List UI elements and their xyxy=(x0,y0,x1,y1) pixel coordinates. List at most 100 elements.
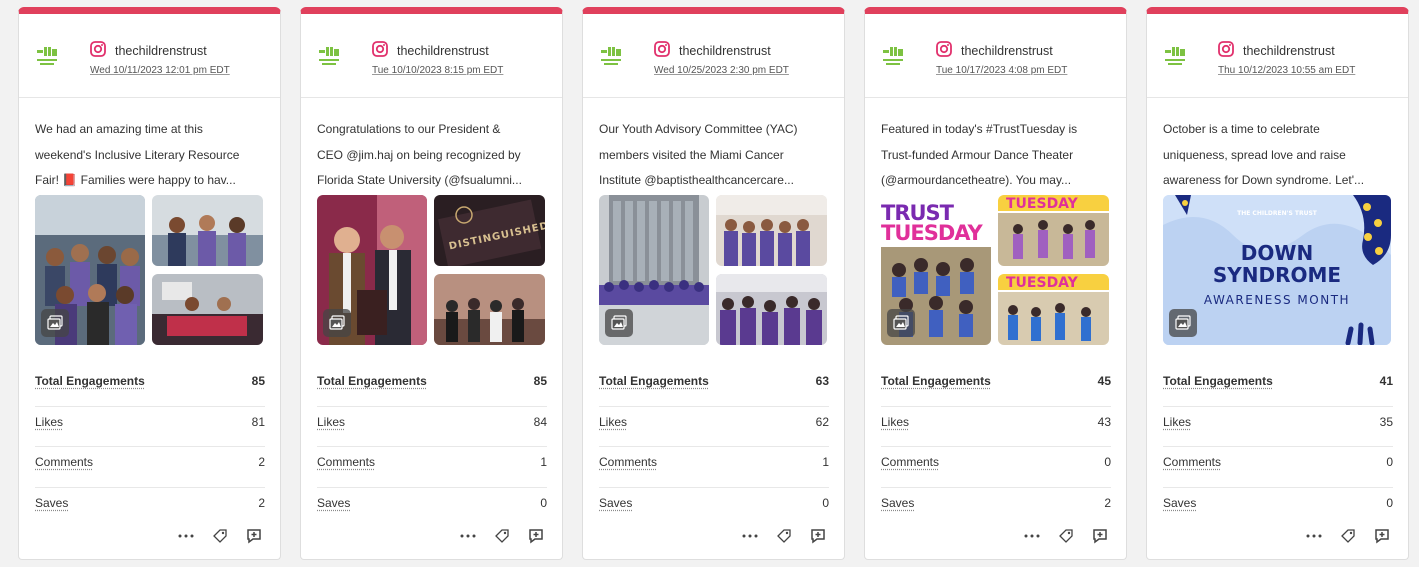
post-caption: We had an amazing time at this weekend's… xyxy=(35,117,267,194)
gallery-icon[interactable] xyxy=(323,309,351,337)
metric-value: 1 xyxy=(822,455,829,469)
post-photo[interactable] xyxy=(434,274,545,345)
tag-icon[interactable] xyxy=(1056,526,1076,546)
comment-icon[interactable] xyxy=(1090,526,1110,546)
metric-label[interactable]: Comments xyxy=(317,455,375,469)
tag-icon[interactable] xyxy=(1338,526,1358,546)
post-photo[interactable] xyxy=(317,195,427,345)
post-photo[interactable]: TUESDAY xyxy=(998,274,1109,345)
post-cards-row: thechildrenstrust Wed 10/11/2023 12:01 p… xyxy=(18,7,1409,560)
comment-icon[interactable] xyxy=(808,526,828,546)
metric-value: 85 xyxy=(533,374,547,388)
post-card[interactable]: thechildrenstrust Wed 10/25/2023 2:30 pm… xyxy=(582,7,845,560)
metric-label[interactable]: Likes xyxy=(35,415,63,429)
metric-label[interactable]: Likes xyxy=(317,415,345,429)
card-header: thechildrenstrust Tue 10/10/2023 8:15 pm… xyxy=(301,14,562,98)
post-card[interactable]: thechildrenstrust Tue 10/10/2023 8:15 pm… xyxy=(300,7,563,560)
metric-label[interactable]: Saves xyxy=(35,496,68,510)
tag-icon[interactable] xyxy=(492,526,512,546)
metric-label[interactable]: Total Engagements xyxy=(35,374,145,388)
metric-label[interactable]: Total Engagements xyxy=(1163,374,1273,388)
gallery-icon[interactable] xyxy=(1169,309,1197,337)
metric-label[interactable]: Saves xyxy=(317,496,350,510)
metric-value: 1 xyxy=(540,455,547,469)
post-photo[interactable]: TUESDAY xyxy=(998,195,1109,266)
metric-total-engagements: Total Engagements 45 xyxy=(881,366,1111,407)
comment-icon[interactable] xyxy=(244,526,264,546)
metric-saves: Saves 2 xyxy=(881,488,1111,529)
metric-label[interactable]: Saves xyxy=(599,496,632,510)
gallery-icon[interactable] xyxy=(605,309,633,337)
post-photo[interactable]: DISTINGUISHED xyxy=(434,195,545,266)
comment-icon[interactable] xyxy=(1372,526,1392,546)
post-date-link[interactable]: Wed 10/25/2023 2:30 pm EDT xyxy=(654,65,789,76)
caption-line: Institute @baptisthealthcancercare... xyxy=(599,173,794,187)
metric-likes: Likes 35 xyxy=(1163,407,1393,447)
post-media[interactable]: THE CHILDREN'S TRUST DOWN SYNDROME AWARE… xyxy=(1163,195,1391,345)
post-photo[interactable] xyxy=(716,195,827,266)
more-icon[interactable] xyxy=(1022,526,1042,546)
gallery-icon[interactable] xyxy=(887,309,915,337)
more-icon[interactable] xyxy=(458,526,478,546)
metric-value: 43 xyxy=(1097,414,1111,429)
more-icon[interactable] xyxy=(1304,526,1324,546)
post-media[interactable]: TRUST TUESDAY TUESDAY TUESDAY xyxy=(881,195,1109,345)
post-photo[interactable]: TRUST TUESDAY xyxy=(881,195,991,345)
post-date-link[interactable]: Thu 10/12/2023 10:55 am EDT xyxy=(1218,65,1355,76)
post-photo[interactable] xyxy=(35,195,145,345)
caption-line: Florida State University (@fsualumni... xyxy=(317,173,522,187)
metrics-list: Total Engagements 63 Likes 62 Comments 1 Sa… xyxy=(599,366,829,528)
post-card[interactable]: thechildrenstrust Thu 10/12/2023 10:55 a… xyxy=(1146,7,1409,560)
post-media[interactable] xyxy=(599,195,827,345)
metric-likes: Likes 43 xyxy=(881,407,1111,447)
brand-logo xyxy=(881,46,921,70)
metric-label[interactable]: Comments xyxy=(35,455,93,469)
metric-label[interactable]: Likes xyxy=(599,415,627,429)
metric-likes: Likes 81 xyxy=(35,407,265,447)
instagram-icon xyxy=(654,41,670,57)
post-media[interactable] xyxy=(35,195,263,345)
brand-logo xyxy=(35,46,75,70)
photo-text: AWARENESS MONTH xyxy=(1203,293,1351,307)
post-photo[interactable] xyxy=(599,195,709,345)
metric-saves: Saves 0 xyxy=(599,488,829,529)
metric-label[interactable]: Saves xyxy=(1163,496,1196,510)
more-icon[interactable] xyxy=(740,526,760,546)
card-header: thechildrenstrust Wed 10/11/2023 12:01 p… xyxy=(19,14,280,98)
metric-value: 35 xyxy=(1379,414,1393,429)
comment-icon[interactable] xyxy=(526,526,546,546)
metric-total-engagements: Total Engagements 85 xyxy=(317,366,547,407)
caption-line: weekend's Inclusive Literary Resource xyxy=(35,147,240,162)
more-icon[interactable] xyxy=(176,526,196,546)
photo-text: TUESDAY xyxy=(1006,275,1078,291)
metric-label[interactable]: Total Engagements xyxy=(317,374,427,388)
post-photo[interactable] xyxy=(152,274,263,345)
metric-label[interactable]: Comments xyxy=(881,455,939,469)
metric-label[interactable]: Saves xyxy=(881,496,914,510)
metric-label[interactable]: Total Engagements xyxy=(881,374,991,388)
metric-label[interactable]: Comments xyxy=(1163,455,1221,469)
gallery-icon[interactable] xyxy=(41,309,69,337)
post-card[interactable]: thechildrenstrust Tue 10/17/2023 4:08 pm… xyxy=(864,7,1127,560)
post-photo[interactable]: THE CHILDREN'S TRUST DOWN SYNDROME AWARE… xyxy=(1163,195,1391,345)
caption-line: We had an amazing time at this xyxy=(35,122,203,136)
caption-line: uniqueness, spread love and raise xyxy=(1163,147,1346,162)
post-media[interactable]: DISTINGUISHED xyxy=(317,195,545,345)
metric-label[interactable]: Total Engagements xyxy=(599,374,709,388)
metric-value: 0 xyxy=(822,495,829,510)
post-date-link[interactable]: Tue 10/10/2023 8:15 pm EDT xyxy=(372,65,503,76)
metric-label[interactable]: Likes xyxy=(1163,415,1191,429)
post-photo[interactable] xyxy=(152,195,263,266)
post-date-link[interactable]: Wed 10/11/2023 12:01 pm EDT xyxy=(90,65,230,76)
tag-icon[interactable] xyxy=(210,526,230,546)
metric-comments: Comments 1 xyxy=(317,447,547,488)
tag-icon[interactable] xyxy=(774,526,794,546)
metric-saves: Saves 0 xyxy=(317,488,547,529)
metric-label[interactable]: Likes xyxy=(881,415,909,429)
metric-comments: Comments 2 xyxy=(35,447,265,488)
post-photo[interactable] xyxy=(716,274,827,345)
post-date-link[interactable]: Tue 10/17/2023 4:08 pm EDT xyxy=(936,65,1067,76)
photo-text: DOWN xyxy=(1240,241,1314,265)
metric-label[interactable]: Comments xyxy=(599,455,657,469)
post-card[interactable]: thechildrenstrust Wed 10/11/2023 12:01 p… xyxy=(18,7,281,560)
